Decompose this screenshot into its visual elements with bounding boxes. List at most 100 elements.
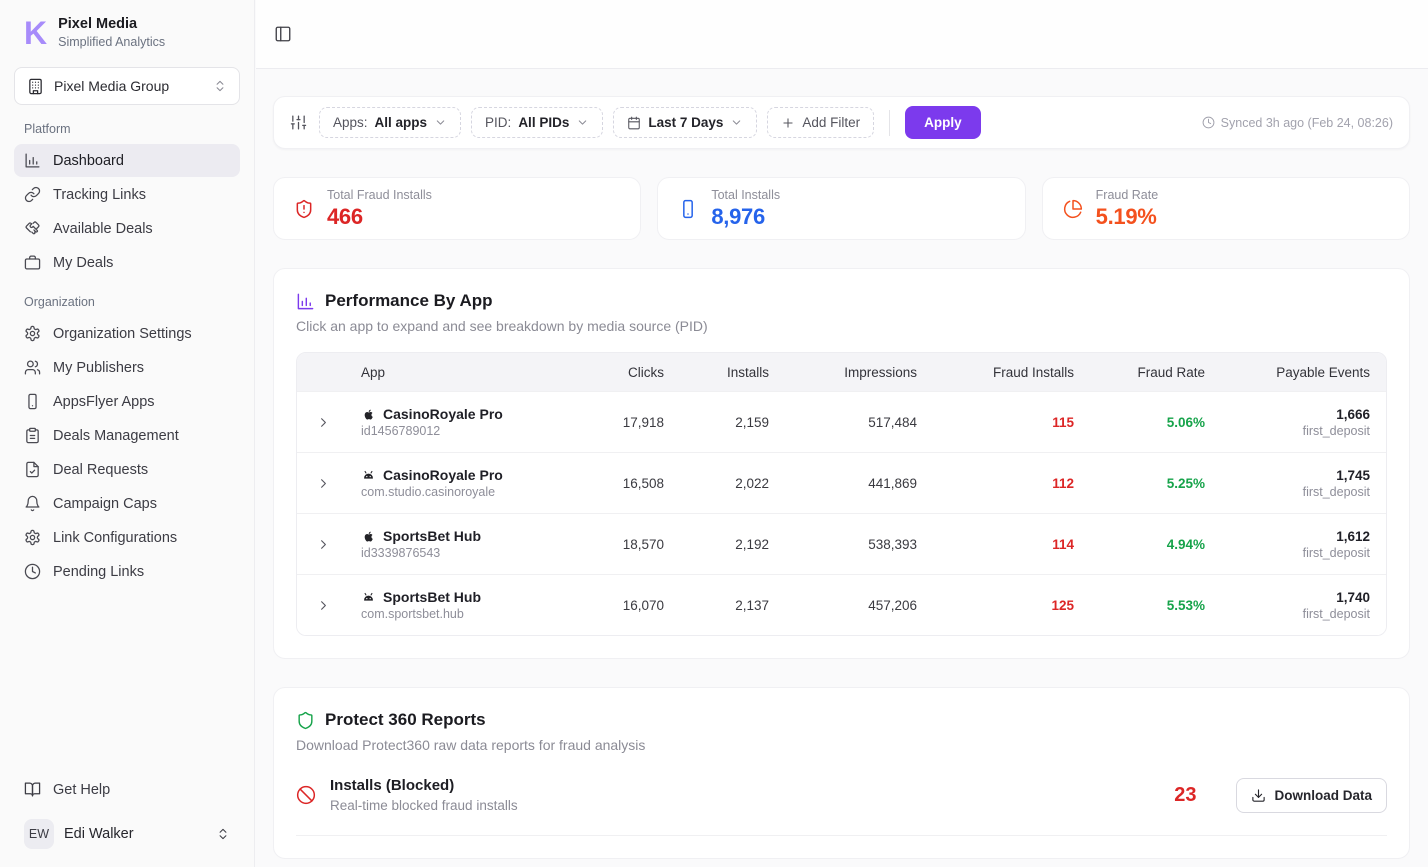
sidebar-item-tracking-links[interactable]: Tracking Links — [14, 178, 240, 211]
installs-value: 2,192 — [664, 537, 769, 552]
col-fraud-rate: Fraud Rate — [1074, 365, 1205, 380]
chevron-down-icon — [730, 116, 743, 129]
sidebar-item-appsflyer-apps[interactable]: AppsFlyer Apps — [14, 385, 240, 418]
fraud-installs-value: 112 — [917, 476, 1074, 491]
sidebar-item-campaign-caps[interactable]: Campaign Caps — [14, 487, 240, 520]
clicks-value: 16,508 — [554, 476, 664, 491]
apps-filter-value: All apps — [375, 115, 428, 130]
smartphone-icon — [24, 393, 41, 410]
apply-button[interactable]: Apply — [905, 106, 981, 139]
handshake-icon — [24, 220, 41, 237]
fraud-installs-value: 115 — [917, 415, 1074, 430]
file-check-icon — [24, 461, 41, 478]
stat-card-total-fraud-installs: Total Fraud Installs 466 — [273, 177, 641, 240]
payable-event-type: first_deposit — [1205, 607, 1370, 621]
stat-label: Fraud Rate — [1096, 188, 1159, 202]
sidebar-item-deal-requests[interactable]: Deal Requests — [14, 453, 240, 486]
payable-event-type: first_deposit — [1205, 546, 1370, 560]
sidebar-item-label: Campaign Caps — [53, 496, 157, 512]
sidebar-item-label: Organization Settings — [53, 326, 192, 342]
expand-chevron-icon[interactable] — [316, 476, 331, 491]
sidebar-item-label: AppsFlyer Apps — [53, 394, 155, 410]
bell-icon — [24, 495, 41, 512]
fraud-installs-value: 114 — [917, 537, 1074, 552]
topbar — [256, 0, 1428, 69]
settings-icon — [24, 529, 41, 546]
expand-chevron-icon[interactable] — [316, 537, 331, 552]
stats-row: Total Fraud Installs 466 Total Installs … — [273, 177, 1410, 240]
pid-filter[interactable]: PID: All PIDs — [471, 107, 603, 138]
briefcase-icon — [24, 254, 41, 271]
performance-panel: Performance By App Click an app to expan… — [273, 268, 1410, 659]
add-filter-button[interactable]: Add Filter — [767, 107, 874, 138]
sidebar-footer: Get Help EW Edi Walker — [0, 768, 254, 867]
android-icon — [361, 590, 376, 605]
users-icon — [24, 359, 41, 376]
date-range-filter[interactable]: Last 7 Days — [613, 107, 757, 138]
col-fraud-installs: Fraud Installs — [917, 365, 1074, 380]
get-help-link[interactable]: Get Help — [14, 772, 240, 807]
table-row[interactable]: CasinoRoyale Proid145678901217,9182,1595… — [297, 391, 1386, 452]
table-row[interactable]: CasinoRoyale Procom.studio.casinoroyale1… — [297, 452, 1386, 513]
fraud-rate-value: 4.94% — [1074, 537, 1205, 552]
table-header: App Clicks Installs Impressions Fraud In… — [297, 353, 1386, 391]
table-row[interactable]: SportsBet Hubcom.sportsbet.hub16,0702,13… — [297, 574, 1386, 635]
payable-events-value: 1,612 — [1205, 529, 1370, 544]
sidebar-toggle-icon[interactable] — [274, 25, 292, 43]
download-data-button[interactable]: Download Data — [1236, 778, 1387, 813]
performance-title: Performance By App — [325, 291, 493, 311]
payable-events-value: 1,666 — [1205, 407, 1370, 422]
sidebar-item-link-configurations[interactable]: Link Configurations — [14, 521, 240, 554]
settings-icon — [24, 325, 41, 342]
sidebar-item-organization-settings[interactable]: Organization Settings — [14, 317, 240, 350]
add-filter-label: Add Filter — [802, 115, 860, 130]
apple-icon — [361, 407, 376, 422]
protect360-subtitle: Download Protect360 raw data reports for… — [296, 737, 1387, 753]
sidebar-item-pending-links[interactable]: Pending Links — [14, 555, 240, 588]
impressions-value: 457,206 — [769, 598, 917, 613]
sidebar-item-label: Link Configurations — [53, 530, 177, 546]
pie-chart-icon — [1063, 199, 1083, 219]
org-selector[interactable]: Pixel Media Group — [14, 67, 240, 105]
brand-tagline: Simplified Analytics — [58, 35, 165, 49]
date-range-value: Last 7 Days — [648, 115, 723, 130]
performance-table: App Clicks Installs Impressions Fraud In… — [296, 352, 1387, 636]
pid-filter-value: All PIDs — [518, 115, 569, 130]
sidebar-item-deals-management[interactable]: Deals Management — [14, 419, 240, 452]
sidebar-item-available-deals[interactable]: Available Deals — [14, 212, 240, 245]
clock-icon — [1202, 116, 1215, 129]
content: Apps: All apps PID: All PIDs Last 7 Days… — [256, 69, 1428, 859]
sidebar-item-label: Pending Links — [53, 564, 144, 580]
building-icon — [27, 78, 44, 95]
plus-icon — [781, 116, 795, 130]
clipboard-list-icon — [24, 427, 41, 444]
app-id: com.studio.casinoroyale — [361, 485, 554, 499]
report-description: Real-time blocked fraud installs — [330, 798, 518, 813]
brand-logo: K — [24, 17, 46, 49]
expand-chevron-icon[interactable] — [316, 415, 331, 430]
main-area: Apps: All apps PID: All PIDs Last 7 Days… — [256, 0, 1428, 867]
chevrons-up-down-icon — [213, 79, 227, 93]
sidebar-item-my-publishers[interactable]: My Publishers — [14, 351, 240, 384]
apple-icon — [361, 529, 376, 544]
col-installs: Installs — [664, 365, 769, 380]
col-impressions: Impressions — [769, 365, 917, 380]
fraud-rate-value: 5.53% — [1074, 598, 1205, 613]
apps-filter[interactable]: Apps: All apps — [319, 107, 461, 138]
brand-name: Pixel Media — [58, 16, 165, 32]
payable-events-value: 1,740 — [1205, 590, 1370, 605]
sidebar-nav: PlatformDashboardTracking LinksAvailable… — [0, 107, 254, 768]
ban-icon — [296, 785, 316, 805]
expand-chevron-icon[interactable] — [316, 598, 331, 613]
sidebar-item-dashboard[interactable]: Dashboard — [14, 144, 240, 177]
sliders-icon — [290, 114, 307, 131]
chevron-down-icon — [576, 116, 589, 129]
calendar-icon — [627, 116, 641, 130]
col-clicks: Clicks — [554, 365, 664, 380]
app-id: com.sportsbet.hub — [361, 607, 554, 621]
user-menu[interactable]: EW Edi Walker — [14, 807, 240, 851]
app-name: CasinoRoyale Pro — [383, 406, 503, 422]
table-row[interactable]: SportsBet Hubid333987654318,5702,192538,… — [297, 513, 1386, 574]
sidebar-item-my-deals[interactable]: My Deals — [14, 246, 240, 279]
sidebar-section-label: Organization — [0, 280, 254, 316]
